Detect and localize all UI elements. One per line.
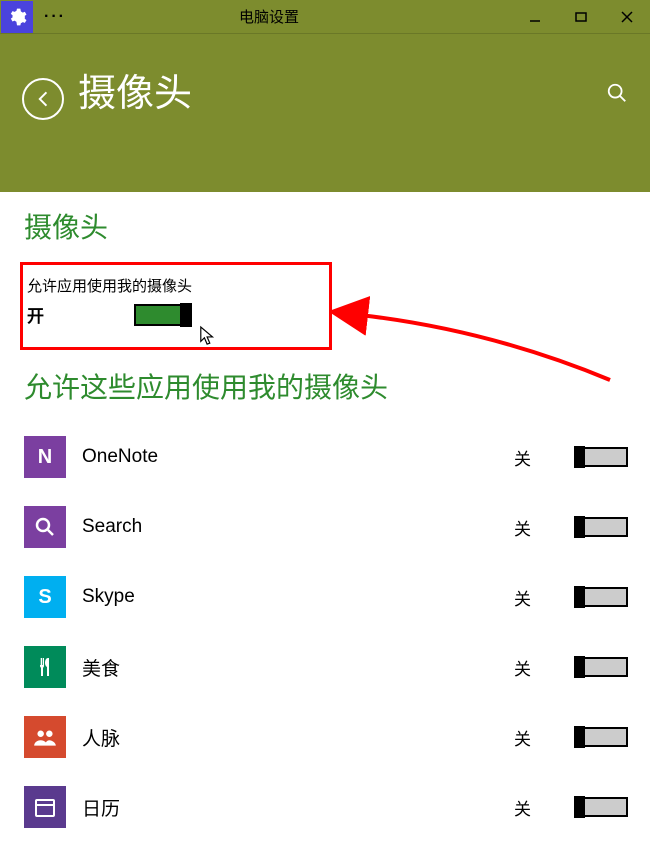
app-toggle[interactable] xyxy=(574,657,628,677)
app-name: Skype xyxy=(82,586,514,608)
page-title: 摄像头 xyxy=(78,74,192,116)
titlebar: ··· 电脑设置 xyxy=(0,0,650,34)
app-state-text: 关 xyxy=(514,725,544,750)
back-button[interactable] xyxy=(22,78,64,120)
menu-button[interactable]: ··· xyxy=(34,8,76,26)
app-list: NOneNote关Search关SSkype关美食关人脉关日历关 xyxy=(24,422,632,842)
app-name: OneNote xyxy=(82,446,514,468)
gear-icon[interactable] xyxy=(1,1,33,33)
search-icon[interactable] xyxy=(606,82,628,109)
maximize-button[interactable] xyxy=(558,0,604,34)
app-name: Search xyxy=(82,516,514,538)
app-state-text: 关 xyxy=(514,515,544,540)
app-icon xyxy=(24,786,66,828)
app-state-text: 关 xyxy=(514,655,544,680)
app-icon xyxy=(24,716,66,758)
camera-master-toggle[interactable] xyxy=(134,304,192,326)
app-row: S Skype关 xyxy=(24,562,632,632)
app-toggle[interactable] xyxy=(574,587,628,607)
cursor-icon xyxy=(199,325,217,352)
app-row: Search关 xyxy=(24,492,632,562)
section-title: 摄像头 xyxy=(24,206,632,246)
permission-label: 允许应用使用我的摄像头 xyxy=(27,275,319,296)
app-state-text: 关 xyxy=(514,445,544,470)
page-header: 摄像头 xyxy=(0,34,650,192)
main-toggle-row: 开 xyxy=(27,302,319,327)
app-toggle[interactable] xyxy=(574,797,628,817)
app-state-text: 关 xyxy=(514,585,544,610)
toggle-state-text: 开 xyxy=(27,302,44,327)
app-icon: S xyxy=(24,576,66,618)
app-toggle[interactable] xyxy=(574,447,628,467)
app-row: 人脉关 xyxy=(24,702,632,772)
app-toggle[interactable] xyxy=(574,517,628,537)
app-name: 美食 xyxy=(82,654,514,681)
titlebar-left: ··· xyxy=(0,0,76,34)
app-name: 人脉 xyxy=(82,724,514,751)
app-icon: N xyxy=(24,436,66,478)
app-row: 美食关 xyxy=(24,632,632,702)
app-icon xyxy=(24,506,66,548)
app-toggle[interactable] xyxy=(574,727,628,747)
annotation-highlight: 允许应用使用我的摄像头 开 xyxy=(20,262,332,350)
app-row: 日历关 xyxy=(24,772,632,842)
app-row: N OneNote关 xyxy=(24,422,632,492)
app-name: 日历 xyxy=(82,794,514,821)
window-title: 电脑设置 xyxy=(76,6,512,27)
minimize-button[interactable] xyxy=(512,0,558,34)
app-state-text: 关 xyxy=(514,795,544,820)
window-controls xyxy=(512,0,650,34)
apps-section-title: 允许这些应用使用我的摄像头 xyxy=(24,366,632,406)
close-button[interactable] xyxy=(604,0,650,34)
content-area[interactable]: 摄像头 允许应用使用我的摄像头 开 允许这些应用使用我的摄像头 N OneNote… xyxy=(0,192,650,855)
app-icon xyxy=(24,646,66,688)
